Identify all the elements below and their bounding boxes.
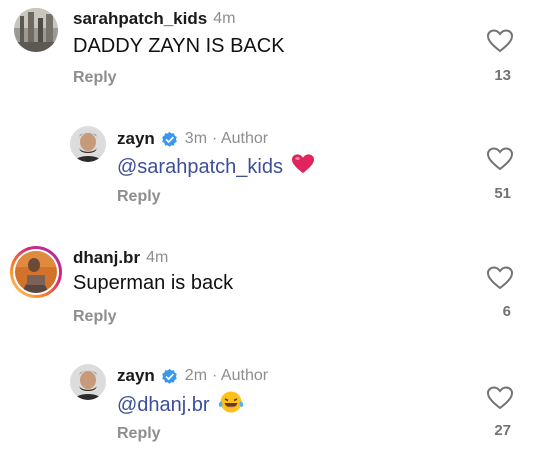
comment-dhanj-br: dhanj.br 4m Superman is back Reply 6 [0, 240, 540, 340]
reply-button[interactable]: Reply [117, 188, 161, 206]
comment-text: @sarahpatch_kids [117, 153, 315, 181]
mention-link[interactable]: @sarahpatch_kids [117, 156, 283, 179]
comment-meta: dhanj.br 4m [73, 248, 168, 268]
red-heart-icon [291, 153, 315, 181]
comment-body: Superman is back [73, 272, 234, 294]
comment-text: @dhanj.br [117, 390, 244, 420]
timestamp: 4m [146, 249, 169, 266]
avatar-story-ring[interactable] [10, 246, 62, 298]
reply-zayn-2: zayn 2m · Author @dhanj.br Reply 27 [0, 358, 540, 468]
reply-button[interactable]: Reply [73, 308, 117, 326]
comment-sarahpatch-kids: sarahpatch_kids 4m DADDY ZAYN IS BACK Re… [0, 0, 540, 100]
heart-icon[interactable] [486, 29, 514, 53]
laughing-crying-face-icon [218, 390, 244, 420]
avatar[interactable] [14, 8, 58, 52]
heart-icon[interactable] [486, 266, 514, 290]
like-count: 6 [502, 303, 511, 320]
username[interactable]: zayn [117, 366, 155, 386]
username[interactable]: dhanj.br [73, 248, 140, 268]
reply-button[interactable]: Reply [117, 425, 161, 443]
like-count: 51 [494, 185, 511, 202]
reply-zayn-1: zayn 3m · Author @sarahpatch_kids Reply … [0, 120, 540, 220]
like-count: 27 [494, 422, 511, 439]
username[interactable]: sarahpatch_kids [73, 9, 207, 29]
timestamp: 3m [184, 130, 208, 147]
reply-button[interactable]: Reply [73, 69, 117, 87]
comment-text: DADDY ZAYN IS BACK [73, 35, 285, 58]
avatar[interactable] [70, 364, 106, 400]
verified-badge-icon [161, 368, 178, 385]
comment-meta: zayn 2m · Author [117, 366, 268, 386]
username[interactable]: zayn [117, 129, 155, 149]
timestamp: 4m [213, 10, 236, 27]
heart-icon[interactable] [486, 147, 514, 171]
comment-meta: zayn 3m · Author [117, 129, 268, 149]
avatar[interactable] [70, 126, 106, 162]
timestamp: 2m [184, 367, 208, 384]
heart-icon[interactable] [486, 386, 514, 410]
author-label: · Author [212, 130, 269, 147]
like-count: 13 [494, 67, 511, 84]
comment-text: Superman is back [73, 272, 233, 295]
verified-badge-icon [161, 131, 178, 148]
comment-body: DADDY ZAYN IS BACK [73, 35, 285, 57]
comment-meta: sarahpatch_kids 4m [73, 9, 235, 29]
author-label: · Author [212, 367, 269, 384]
mention-link[interactable]: @dhanj.br [117, 394, 210, 417]
